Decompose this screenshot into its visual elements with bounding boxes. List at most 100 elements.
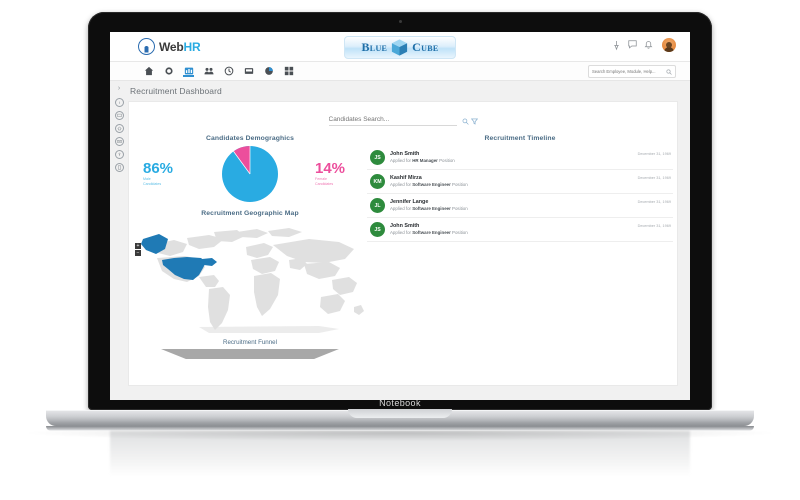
avatar: KM [370, 174, 385, 189]
breadcrumb: Recruitment Dashboard [130, 86, 222, 96]
timeline-title: Recruitment Timeline [484, 135, 556, 142]
webcam-icon [398, 20, 402, 23]
female-percent: 14% [315, 160, 346, 177]
bell-icon[interactable] [644, 40, 653, 51]
rail-home-icon[interactable] [114, 124, 124, 133]
rail-doc-icon[interactable] [114, 163, 124, 172]
applied-prefix: Applied for [390, 158, 411, 163]
nav-apps[interactable] [283, 66, 294, 77]
candidate-name: Kashif Mirza [390, 175, 422, 181]
screenshot-stage: Notebook WebHR Blue Cube Search Employee… [0, 0, 800, 500]
candidates-search-input[interactable] [328, 116, 457, 126]
candidate-position-line: Applied for HR Manager Position [390, 158, 633, 164]
nav-time[interactable] [223, 66, 234, 77]
female-label-2: Candidates [315, 182, 334, 186]
search-icon[interactable] [462, 118, 469, 125]
avatar: JL [370, 198, 385, 213]
world-map-svg[interactable] [139, 227, 369, 337]
applied-prefix: Applied for [390, 206, 411, 211]
cube-icon [390, 38, 409, 57]
male-percent: 86% [143, 160, 174, 177]
timeline-list: JS John Smith Applied for HR Manager Pos… [367, 146, 673, 242]
laptop-base [46, 409, 754, 426]
brand-name-accent: HR [183, 39, 201, 54]
geo-map-title: Recruitment Geographic Map [201, 210, 299, 217]
applied-suffix: Position [439, 158, 455, 163]
male-stat: 86% Male Candidates [143, 161, 189, 187]
candidate-position-line: Applied for Software Engineer Position [390, 230, 633, 236]
avatar[interactable] [662, 38, 676, 52]
rail-info-icon[interactable] [114, 98, 124, 107]
funnel-title: Recruitment Funnel [223, 339, 277, 346]
device-reflection [110, 431, 690, 477]
bluecube-logo: Blue Cube [344, 36, 456, 59]
candidate-name: John Smith [390, 151, 420, 157]
pin-icon[interactable] [612, 40, 621, 51]
nav-reports[interactable] [243, 66, 254, 77]
left-rail: › [110, 81, 128, 400]
female-stat: 14% Female Candidates [311, 161, 357, 187]
candidate-position-line: Applied for Software Engineer Position [390, 182, 633, 188]
avatar: JS [370, 150, 385, 165]
timeline-item-body: Jennifer Lange Applied for Software Engi… [390, 199, 633, 212]
timeline-item-body: John Smith Applied for Software Engineer… [390, 223, 633, 236]
applied-date: December 31, 1969 [637, 224, 671, 228]
filter-icon[interactable] [470, 118, 478, 125]
funnel-chart [161, 349, 339, 359]
candidate-name: John Smith [390, 223, 420, 229]
nav-dashboard[interactable] [183, 66, 194, 77]
dashboard-card: Candidates Demograghics 86% Male Candida… [128, 101, 678, 386]
applied-suffix: Position [452, 230, 468, 235]
timeline-item-body: Kashif Mirza Applied for Software Engine… [390, 175, 633, 188]
dashboard-columns: Candidates Demograghics 86% Male Candida… [129, 126, 677, 359]
map-zoom-out-button[interactable]: − [135, 250, 141, 256]
chat-icon[interactable] [628, 39, 637, 51]
nav-analytics[interactable] [263, 66, 274, 77]
left-column: Candidates Demograghics 86% Male Candida… [129, 135, 364, 359]
base-notch [348, 409, 452, 418]
rail-monitor-icon[interactable] [114, 111, 124, 120]
app-navbar [110, 62, 690, 81]
bluecube-word-1: Blue [361, 40, 388, 54]
list-item[interactable]: KM Kashif Mirza Applied for Software Eng… [367, 170, 673, 194]
nav-icon-group [143, 66, 294, 77]
candidates-search-row [129, 102, 677, 126]
global-search-input[interactable] [592, 69, 666, 74]
demographics-chart: 86% Male Candidates 14% Female Candidate… [143, 146, 357, 202]
bluecube-word-2: Cube [412, 40, 439, 54]
geo-map: + − [135, 227, 364, 337]
applied-suffix: Position [452, 182, 468, 187]
screen: WebHR Blue Cube Search Employee, Module,… [110, 32, 690, 400]
webhr-mark-icon [138, 38, 155, 55]
applied-date: December 31, 1969 [637, 176, 671, 180]
nav-people[interactable] [203, 66, 214, 77]
rail-mail-icon[interactable] [114, 137, 124, 146]
list-item[interactable]: JS John Smith Applied for HR Manager Pos… [367, 146, 673, 170]
global-search[interactable] [588, 65, 676, 78]
nav-home[interactable] [143, 66, 154, 77]
position-name: HR Manager [412, 158, 438, 163]
page-content: Recruitment Dashboard Candidates Search.… [128, 81, 690, 400]
brand-logo[interactable]: WebHR [138, 38, 201, 55]
laptop-lid: Notebook WebHR Blue Cube Search Employee… [88, 12, 712, 410]
candidates-search-actions [462, 118, 478, 125]
right-column: Recruitment Timeline JS John Smith Appli… [357, 135, 677, 359]
position-name: Software Engineer [412, 230, 451, 235]
candidate-position-line: Applied for Software Engineer Position [390, 206, 633, 212]
app-topbar: WebHR Blue Cube [110, 32, 690, 62]
brand-name-primary: Web [159, 39, 184, 54]
position-name: Software Engineer [412, 182, 451, 187]
search-icon[interactable] [666, 68, 672, 75]
map-zoom-controls: + − [135, 243, 141, 256]
list-item[interactable]: JL Jennifer Lange Applied for Software E… [367, 194, 673, 218]
applied-date: December 31, 1969 [637, 152, 671, 156]
rail-link-icon[interactable] [114, 150, 124, 159]
map-zoom-in-button[interactable]: + [135, 243, 141, 249]
nav-settings[interactable] [163, 66, 174, 77]
applied-prefix: Applied for [390, 182, 411, 187]
demographics-pie-chart [222, 146, 278, 202]
rail-toggle[interactable]: › [118, 85, 120, 92]
applied-date: December 31, 1969 [637, 200, 671, 204]
list-item[interactable]: JS John Smith Applied for Software Engin… [367, 218, 673, 242]
applied-prefix: Applied for [390, 230, 411, 235]
